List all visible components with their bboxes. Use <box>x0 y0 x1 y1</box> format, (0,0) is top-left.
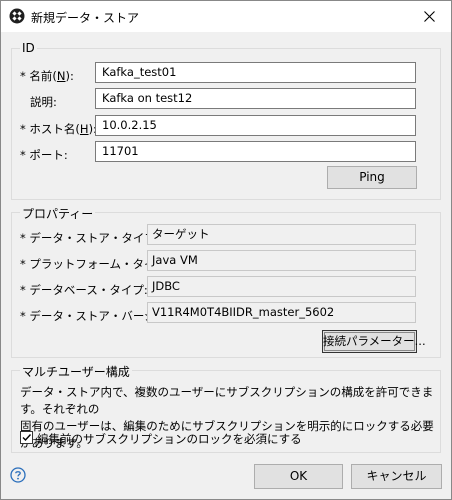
connection-parameters-button[interactable]: 接続パラメーター... <box>322 330 426 353</box>
app-logo-icon <box>9 8 25 24</box>
title-bar: 新規データ・ストア <box>1 1 451 32</box>
ok-button[interactable]: OK <box>254 464 343 489</box>
name-input[interactable]: Kafka_test01 <box>95 62 416 83</box>
datastore-version-value: V11R4M0T4BIIDR_master_5602 <box>147 302 416 323</box>
properties-group-label: プロパティー <box>20 205 96 222</box>
name-label: * 名前(N): <box>20 69 74 83</box>
multiuser-description-line1: データ・ストア内で、複数のユーザーにサブスクリプションの構成を許可できます。それ… <box>20 385 434 416</box>
host-input[interactable]: 10.0.2.15 <box>95 115 416 136</box>
host-label: * ホスト名(H): <box>20 122 97 136</box>
close-icon <box>423 11 435 22</box>
datastore-type-value: ターゲット <box>147 224 416 245</box>
window-title: 新規データ・ストア <box>31 11 140 25</box>
multiuser-group-label: マルチユーザー構成 <box>20 363 132 380</box>
lock-required-checkbox[interactable] <box>20 431 33 444</box>
id-group-label: ID <box>20 41 37 55</box>
description-label: 説明: <box>30 95 57 109</box>
port-input[interactable]: 11701 <box>95 141 416 162</box>
checkmark-icon <box>22 434 32 442</box>
database-type-value: JDBC <box>147 276 416 297</box>
lock-required-label[interactable]: 編集前のサブスクリプションのロックを必須にする <box>37 431 302 447</box>
database-type-label: * データベース・タイプ: <box>20 283 148 297</box>
description-input[interactable]: Kafka on test12 <box>95 88 416 109</box>
ping-button[interactable]: Ping <box>327 166 417 189</box>
datastore-type-label: * データ・ストア・タイプ: <box>20 231 160 245</box>
port-label: * ポート: <box>20 148 68 162</box>
dialog-window: 新規データ・ストア ID * 名前(N): Kafka_test01 説明: K… <box>0 0 452 500</box>
help-icon[interactable] <box>10 467 26 483</box>
close-button[interactable] <box>407 1 451 32</box>
cancel-button[interactable]: キャンセル <box>351 464 442 489</box>
platform-type-value: Java VM <box>147 250 416 271</box>
